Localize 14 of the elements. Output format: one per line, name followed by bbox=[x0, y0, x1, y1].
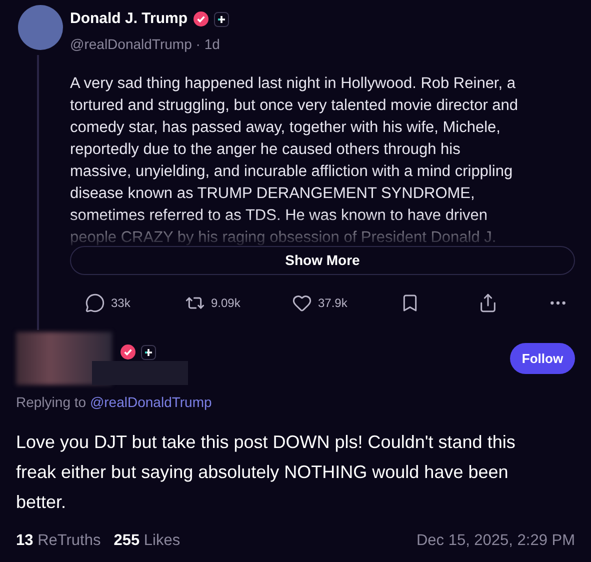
post-text: A very sad thing happened last night in Hollywood. Rob Reiner, a tortured and struggling, but once very talented movie director and comedy star, has passed away, together with his wife, Michele, reportedly due to the anger he caused others through his massive, unyielding, and incurable affliction with a mind crippling disease known as TRUMP DERANGEMENT SYNDROME, sometimes referred to as TDS. He was known to have driven people CRAZY by his raging obsession of President Donald J. bbox=[70, 74, 520, 248]
action-count: 37.9k bbox=[318, 294, 348, 312]
action-count: 33k bbox=[111, 294, 130, 312]
post-date: Dec 15, 2025, 2:29 PM bbox=[416, 531, 575, 551]
follow-button[interactable]: Follow bbox=[510, 343, 575, 374]
author-handle: @realDonaldTrump · 1d bbox=[70, 34, 221, 54]
retruths-stat[interactable]: 13 ReTruths bbox=[16, 529, 101, 552]
action-count: 9.09k bbox=[211, 294, 240, 312]
replying-to-text: Replying to @realDonaldTrump bbox=[16, 393, 213, 412]
show-more-button[interactable]: Show More bbox=[70, 246, 575, 274]
likes-stat[interactable]: 255 Likes bbox=[114, 529, 180, 552]
reply-text: Love you DJT but take this post DOWN pls! Couldn't stand this freak either but saying absolutely NOTHING would have been better. bbox=[16, 431, 516, 514]
handle-link[interactable]: @realDonaldTrump bbox=[90, 394, 212, 410]
author-name[interactable]: Donald J. Trump bbox=[70, 8, 188, 30]
